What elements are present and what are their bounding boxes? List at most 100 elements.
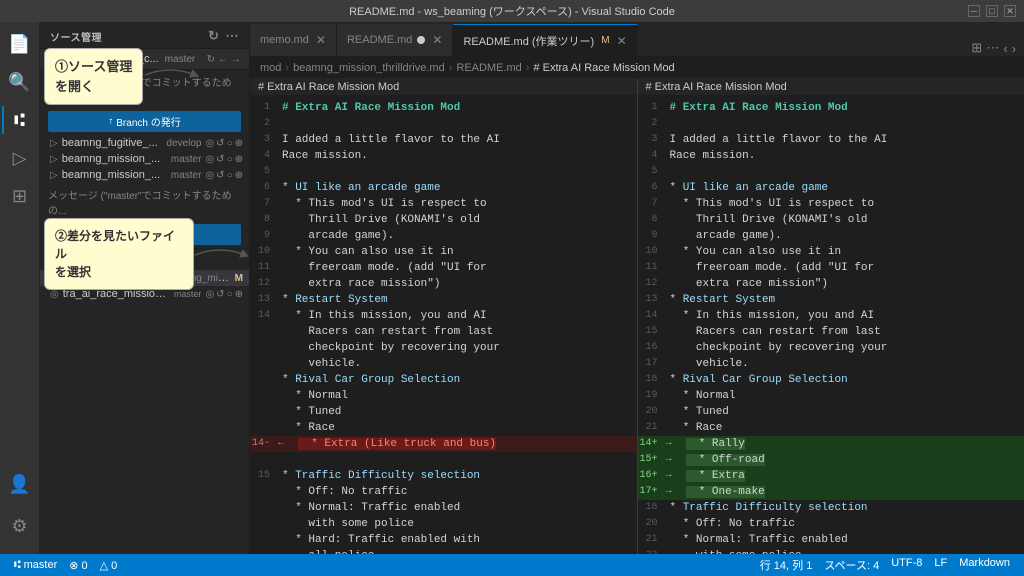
close-icon[interactable]: ✕ xyxy=(1004,5,1016,17)
code-line: 18* Traffic Difficulty selection xyxy=(638,500,1024,516)
code-line: 3I added a little flavor to the AI xyxy=(638,132,1024,148)
action-circle[interactable]: ○ xyxy=(227,138,233,149)
editor-arrow-left-icon[interactable]: ‹ xyxy=(1003,41,1007,56)
code-line: * Normal: Traffic enabled xyxy=(250,500,637,516)
repo-pull-icon[interactable]: ← xyxy=(218,54,228,65)
repo-sync-icon[interactable]: ↻ xyxy=(207,54,215,65)
pane-right-title: # Extra AI Race Mission Mod xyxy=(646,81,787,93)
branch-fugitive: develop xyxy=(166,138,201,149)
overflow-icon[interactable]: ⋯ xyxy=(226,28,240,44)
item-actions-mission2: ◎ ↺ ○ ⊕ xyxy=(205,170,243,181)
code-line: 6* UI like an arcade game xyxy=(250,180,637,196)
status-errors-text: ⊗ 0 xyxy=(69,559,87,572)
status-line-ending[interactable]: LF xyxy=(928,557,953,569)
code-area-left[interactable]: 1# Extra AI Race Mission Mod 2 3I added … xyxy=(250,96,637,554)
editor-content: # Extra AI Race Mission Mod 1# Extra AI … xyxy=(250,79,1024,554)
branch-publish-button[interactable]: ↑ Branch の発行 xyxy=(48,111,241,132)
activity-run-icon[interactable]: ▷ xyxy=(2,140,38,176)
editor-area: memo.md ✕ README.md ✕ README.md (作業ツリー) … xyxy=(250,22,1024,554)
code-line: Racers can restart from last xyxy=(250,324,637,340)
code-line: * Rival Car Group Selection xyxy=(250,372,637,388)
tab-memo-label: memo.md xyxy=(260,34,309,46)
code-line-removed: 14- ← * Extra (Like truck and bus) xyxy=(250,436,637,452)
code-line: 11 freeroam mode. (add "UI for xyxy=(638,260,1024,276)
activity-source-control-icon[interactable]: ⑆ xyxy=(2,102,38,138)
code-line-added-offroad: 15+ → * Off-road xyxy=(638,452,1024,468)
action-plus-2[interactable]: ⊕ xyxy=(235,154,243,165)
status-branch[interactable]: ⑆ master xyxy=(8,554,63,576)
action-refresh-3[interactable]: ↺ xyxy=(216,170,224,181)
code-line: 22 with some police xyxy=(638,548,1024,554)
editor-split-icon[interactable]: ⊞ xyxy=(971,40,982,56)
sidebar-title: ソース管理 ↻ ⋯ xyxy=(40,22,249,49)
editor-pane-left: # Extra AI Race Mission Mod 1# Extra AI … xyxy=(250,79,638,554)
breadcrumb-current: # Extra AI Race Mission Mod xyxy=(533,62,674,74)
maximize-icon[interactable]: □ xyxy=(986,5,998,17)
code-line-added-extra: 16+ → * Extra xyxy=(638,468,1024,484)
action-dot[interactable]: ◎ xyxy=(205,138,214,149)
action-plus-zip[interactable]: ⊕ xyxy=(235,289,243,300)
editor-arrow-right-icon[interactable]: › xyxy=(1012,41,1016,56)
repo-push-icon[interactable]: → xyxy=(231,54,241,65)
code-line: 21 * Race xyxy=(638,420,1024,436)
tab-memo[interactable]: memo.md ✕ xyxy=(250,24,337,56)
sidebar-item-mission1[interactable]: ▷ beamng_mission_... master ◎ ↺ ○ ⊕ xyxy=(40,151,249,167)
sidebar-title-icons: ↻ ⋯ xyxy=(208,28,239,44)
action-circle-zip[interactable]: ○ xyxy=(227,289,233,300)
editor-more-icon[interactable]: ⋯ xyxy=(986,40,999,56)
code-line: * Hard: Traffic enabled with xyxy=(250,532,637,548)
tab-memo-close[interactable]: ✕ xyxy=(316,33,326,47)
refresh-icon[interactable]: ↻ xyxy=(208,28,219,44)
code-area-right[interactable]: 1# Extra AI Race Mission Mod 2 3I added … xyxy=(638,96,1024,554)
tab-readme-modified xyxy=(417,36,425,44)
action-refresh-zip[interactable]: ↺ xyxy=(216,289,224,300)
activity-account-icon[interactable]: 👤 xyxy=(2,466,38,502)
code-line: 7 * This mod's UI is respect to xyxy=(250,196,637,212)
sidebar-item-fugitive[interactable]: ▷ beamng_fugitive_... develop ◎ ↺ ○ ⊕ xyxy=(40,135,249,151)
tab-readme[interactable]: README.md ✕ xyxy=(337,24,453,56)
code-line: 16 checkpoint by recovering your xyxy=(638,340,1024,356)
titlebar-controls: ─ □ ✕ xyxy=(968,5,1016,17)
action-circle-3[interactable]: ○ xyxy=(227,170,233,181)
tab-readme-worktree[interactable]: README.md (作業ツリー) M ✕ xyxy=(453,24,637,56)
zip-branch: master xyxy=(174,289,202,299)
action-plus[interactable]: ⊕ xyxy=(235,138,243,149)
action-dot-zip[interactable]: ◎ xyxy=(205,289,214,300)
tab-bar: memo.md ✕ README.md ✕ README.md (作業ツリー) … xyxy=(250,22,1024,57)
sidebar-commit-message-2: メッセージ ("master"でコミットするための... xyxy=(40,183,249,221)
code-line: 17 vehicle. xyxy=(638,356,1024,372)
tab-readme-close[interactable]: ✕ xyxy=(432,33,442,47)
code-line: 8 Thrill Drive (KONAMI's old xyxy=(638,212,1024,228)
action-circle-2[interactable]: ○ xyxy=(227,154,233,165)
action-dot-3[interactable]: ◎ xyxy=(205,170,214,181)
code-line: 4Race mission. xyxy=(638,148,1024,164)
action-plus-3[interactable]: ⊕ xyxy=(235,170,243,181)
repo-branch: master xyxy=(165,54,196,65)
annotation-1-text: ①ソース管理を開く xyxy=(55,59,132,94)
activity-explorer-icon[interactable]: 📄 xyxy=(2,26,38,62)
activity-settings-icon[interactable]: ⚙ xyxy=(2,508,38,544)
status-encoding[interactable]: UTF-8 xyxy=(885,557,928,569)
code-line xyxy=(250,452,637,468)
code-line: 13* Restart System xyxy=(250,292,637,308)
repo-name-mission2: beamng_mission_... xyxy=(62,169,167,181)
status-errors[interactable]: ⊗ 0 xyxy=(63,554,93,576)
activity-extensions-icon[interactable]: ⊞ xyxy=(2,178,38,214)
status-spaces[interactable]: スペース: 4 xyxy=(818,557,885,573)
status-warnings[interactable]: △ 0 xyxy=(94,554,124,576)
sidebar-item-mission2[interactable]: ▷ beamng_mission_... master ◎ ↺ ○ ⊕ xyxy=(40,167,249,183)
minimize-icon[interactable]: ─ xyxy=(968,5,980,17)
action-dot-2[interactable]: ◎ xyxy=(205,154,214,165)
annotation-1: ①ソース管理を開く xyxy=(44,48,143,105)
code-line: 7 * This mod's UI is respect to xyxy=(638,196,1024,212)
status-right: 行 14, 列 1 スペース: 4 UTF-8 LF Markdown xyxy=(754,557,1016,573)
tab-readme-worktree-close[interactable]: ✕ xyxy=(617,34,627,48)
action-refresh-2[interactable]: ↺ xyxy=(216,154,224,165)
code-line: 5 xyxy=(250,164,637,180)
action-refresh[interactable]: ↺ xyxy=(216,138,224,149)
status-language[interactable]: Markdown xyxy=(953,557,1016,569)
activity-search-icon[interactable]: 🔍 xyxy=(2,64,38,100)
status-position[interactable]: 行 14, 列 1 xyxy=(754,557,819,573)
code-line: 13* Restart System xyxy=(638,292,1024,308)
expand-icon: ▷ xyxy=(50,138,58,149)
